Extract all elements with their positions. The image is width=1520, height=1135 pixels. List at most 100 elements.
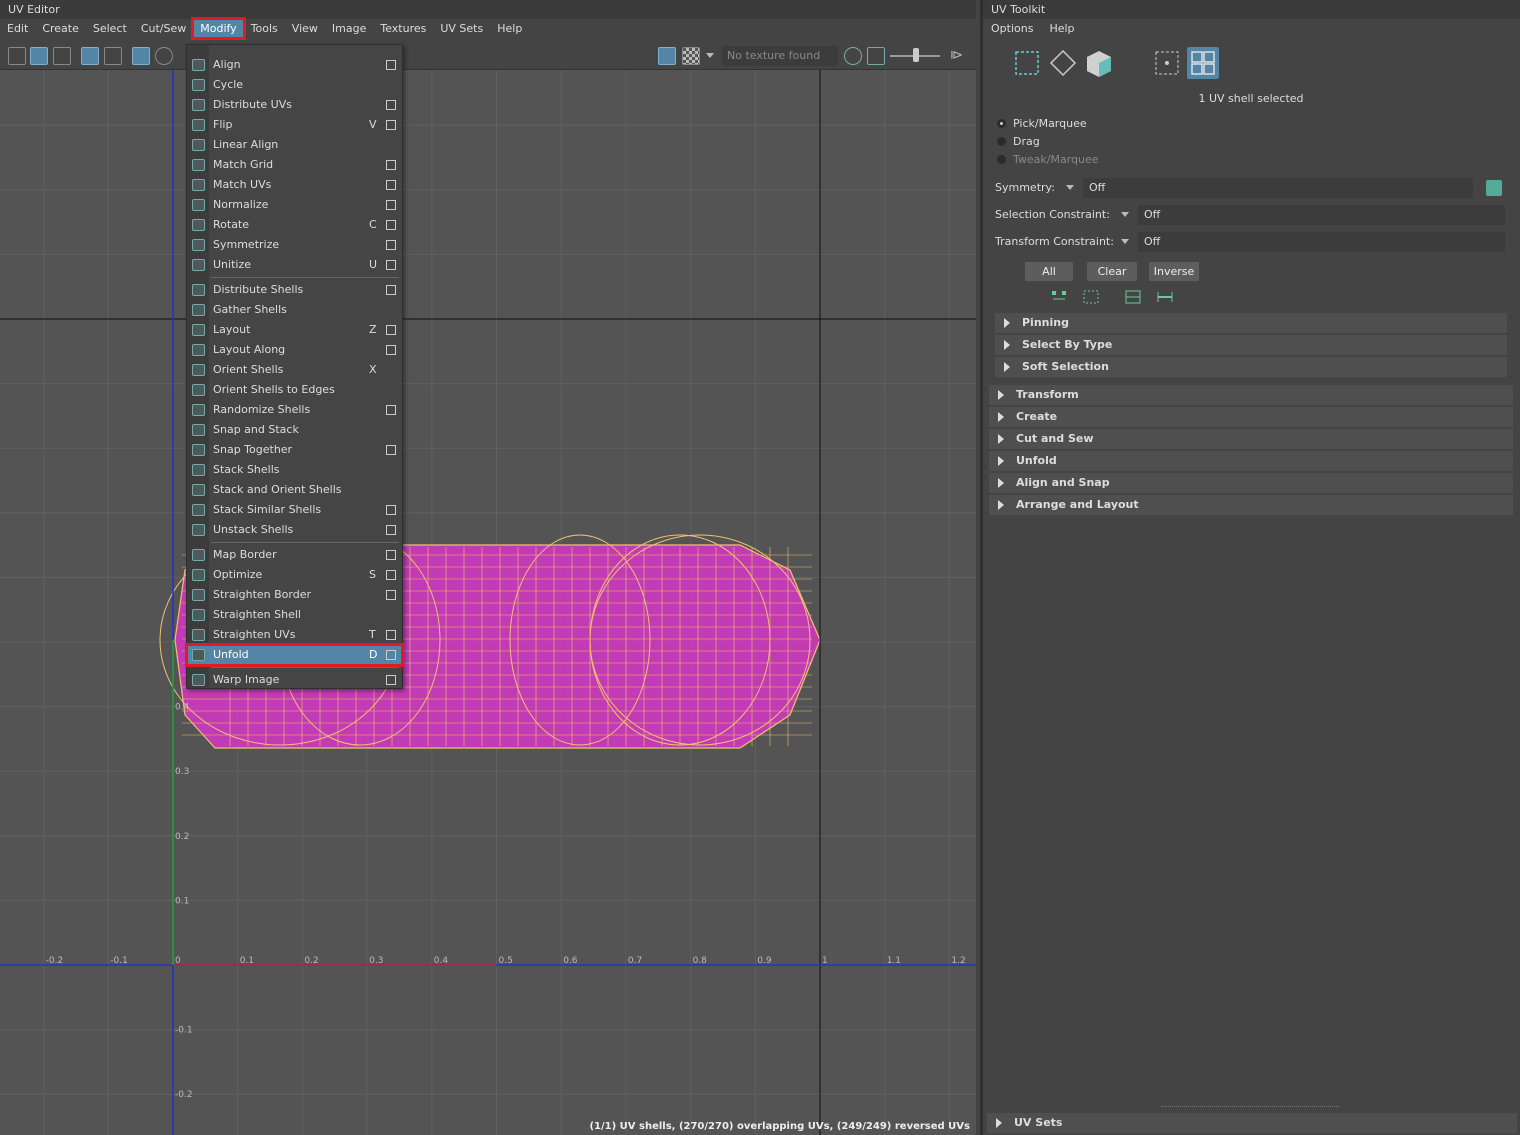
toolkit-menu-help[interactable]: Help <box>1041 19 1082 38</box>
option-box-icon[interactable] <box>386 285 396 295</box>
menu-item-optimize[interactable]: Optimize S <box>187 565 402 585</box>
option-box-icon[interactable] <box>386 570 396 580</box>
section-cut-and-sew[interactable]: Cut and Sew <box>989 429 1513 449</box>
menu-item-unstack-shells[interactable]: Unstack Shells <box>187 520 402 540</box>
option-box-icon[interactable] <box>386 260 396 270</box>
display-icon[interactable] <box>155 47 173 65</box>
menu-item-distribute-uvs[interactable]: Distribute UVs <box>187 95 402 115</box>
frame-selected-icon[interactable] <box>104 47 122 65</box>
menu-item-straighten-shell[interactable]: Straighten Shell <box>187 605 402 625</box>
symmetry-dropdown-icon[interactable] <box>1066 185 1074 190</box>
menu-cut-sew[interactable]: Cut/Sew <box>134 19 193 38</box>
menu-item-straighten-uvs[interactable]: Straighten UVs T <box>187 625 402 645</box>
mode-drag[interactable]: Drag <box>997 134 1197 150</box>
menu-item-flip[interactable]: Flip V <box>187 115 402 135</box>
option-box-icon[interactable] <box>386 405 396 415</box>
texture-dropdown-arrow-icon[interactable] <box>706 53 714 58</box>
section-align-and-snap[interactable]: Align and Snap <box>989 473 1513 493</box>
menu-help[interactable]: Help <box>490 19 529 38</box>
option-box-icon[interactable] <box>386 345 396 355</box>
panel-resize-grip[interactable] <box>1161 1106 1339 1108</box>
shrink-selection-icon[interactable] <box>1083 290 1099 304</box>
menu-select[interactable]: Select <box>86 19 134 38</box>
option-box-icon[interactable] <box>386 160 396 170</box>
texture-field[interactable]: No texture found <box>722 46 838 66</box>
menu-item-orient-shells-to-edges[interactable]: Orient Shells to Edges <box>187 380 402 400</box>
option-box-icon[interactable] <box>386 220 396 230</box>
clear-button[interactable]: Clear <box>1087 262 1137 281</box>
menu-item-match-uvs[interactable]: Match UVs <box>187 175 402 195</box>
selection-constraint-field[interactable]: Off <box>1138 205 1505 225</box>
option-box-icon[interactable] <box>386 590 396 600</box>
option-box-icon[interactable] <box>386 550 396 560</box>
grow-selection-icon[interactable] <box>1051 290 1067 304</box>
menu-item-match-grid[interactable]: Match Grid <box>187 155 402 175</box>
section-pinning[interactable]: Pinning <box>995 313 1507 333</box>
transform-constraint-field[interactable]: Off <box>1138 232 1505 252</box>
select-shortest-edge-path-icon[interactable] <box>1157 290 1173 304</box>
menu-item-orient-shells[interactable]: Orient Shells X <box>187 360 402 380</box>
menu-edit[interactable]: Edit <box>0 19 35 38</box>
menu-item-straighten-border[interactable]: Straighten Border <box>187 585 402 605</box>
menu-item-snap-together[interactable]: Snap Together <box>187 440 402 460</box>
menu-item-stack-and-orient-shells[interactable]: Stack and Orient Shells <box>187 480 402 500</box>
menu-item-stack-shells[interactable]: Stack Shells <box>187 460 402 480</box>
menu-item-gather-shells[interactable]: Gather Shells <box>187 300 402 320</box>
option-box-icon[interactable] <box>386 505 396 515</box>
select-border-icon[interactable] <box>1125 290 1141 304</box>
option-box-icon[interactable] <box>386 120 396 130</box>
section-create[interactable]: Create <box>989 407 1513 427</box>
section-uv-sets[interactable]: UV Sets <box>987 1113 1517 1133</box>
menu-modify[interactable]: Modify <box>191 17 246 40</box>
option-box-icon[interactable] <box>386 100 396 110</box>
section-select-by-type[interactable]: Select By Type <box>995 335 1507 355</box>
option-box-icon[interactable] <box>386 200 396 210</box>
image-display-icon[interactable] <box>658 47 676 65</box>
section-transform[interactable]: Transform <box>989 385 1513 405</box>
option-box-icon[interactable] <box>386 445 396 455</box>
menu-item-map-border[interactable]: Map Border <box>187 545 402 565</box>
menu-item-align[interactable]: Align <box>187 55 402 75</box>
grid-icon[interactable] <box>132 47 150 65</box>
section-arrange-and-layout[interactable]: Arrange and Layout <box>989 495 1513 515</box>
uv-shell-mode-icon[interactable] <box>1187 47 1219 79</box>
uv-viewport[interactable]: -0.2 -0.1 0 0.1 0.2 0.3 0.4 0.5 0.6 0.7 0.8 0.9 1 1.1… <box>0 70 976 1135</box>
image-frame-icon[interactable] <box>81 47 99 65</box>
menu-item-rotate[interactable]: Rotate C <box>187 215 402 235</box>
menu-tools[interactable]: Tools <box>244 19 285 38</box>
symmetry-field[interactable]: Off <box>1083 178 1473 198</box>
menu-item-randomize-shells[interactable]: Randomize Shells <box>187 400 402 420</box>
option-box-icon[interactable] <box>386 525 396 535</box>
menu-item-unitize[interactable]: Unitize U <box>187 255 402 275</box>
menu-item-snap-and-stack[interactable]: Snap and Stack <box>187 420 402 440</box>
menu-image[interactable]: Image <box>325 19 373 38</box>
menu-item-symmetrize[interactable]: Symmetrize <box>187 235 402 255</box>
menu-item-warp-image[interactable]: Warp Image <box>187 670 402 690</box>
menu-item-cycle[interactable]: Cycle <box>187 75 402 95</box>
section-unfold[interactable]: Unfold <box>989 451 1513 471</box>
option-box-icon[interactable] <box>386 60 396 70</box>
menu-view[interactable]: View <box>285 19 325 38</box>
uv-face-icon[interactable] <box>53 47 71 65</box>
step-arrows-icon[interactable]: ⧐ <box>950 48 963 63</box>
menu-item-normalize[interactable]: Normalize <box>187 195 402 215</box>
option-box-icon[interactable] <box>386 240 396 250</box>
menu-item-layout-along[interactable]: Layout Along <box>187 340 402 360</box>
transform-constraint-dropdown-icon[interactable] <box>1121 239 1129 244</box>
toolkit-menu-options[interactable]: Options <box>983 19 1041 38</box>
exposure-slider-knob[interactable] <box>913 48 919 62</box>
uv-shell-icon[interactable] <box>30 47 48 65</box>
menu-item-linear-align[interactable]: Linear Align <box>187 135 402 155</box>
option-box-icon[interactable] <box>386 630 396 640</box>
option-box-icon[interactable] <box>386 325 396 335</box>
menu-item-unfold[interactable]: Unfold D <box>185 643 404 667</box>
option-box-icon[interactable] <box>386 650 396 660</box>
uv-component-mode-icon[interactable] <box>1011 47 1043 79</box>
symmetry-axis-icon[interactable] <box>1486 180 1502 196</box>
face-mode-icon[interactable] <box>1083 47 1115 79</box>
image-adjust-icon[interactable] <box>867 47 885 65</box>
menu-uv-sets[interactable]: UV Sets <box>433 19 490 38</box>
rgb-channels-icon[interactable] <box>844 47 862 65</box>
checker-icon[interactable] <box>682 47 700 65</box>
option-box-icon[interactable] <box>386 675 396 685</box>
